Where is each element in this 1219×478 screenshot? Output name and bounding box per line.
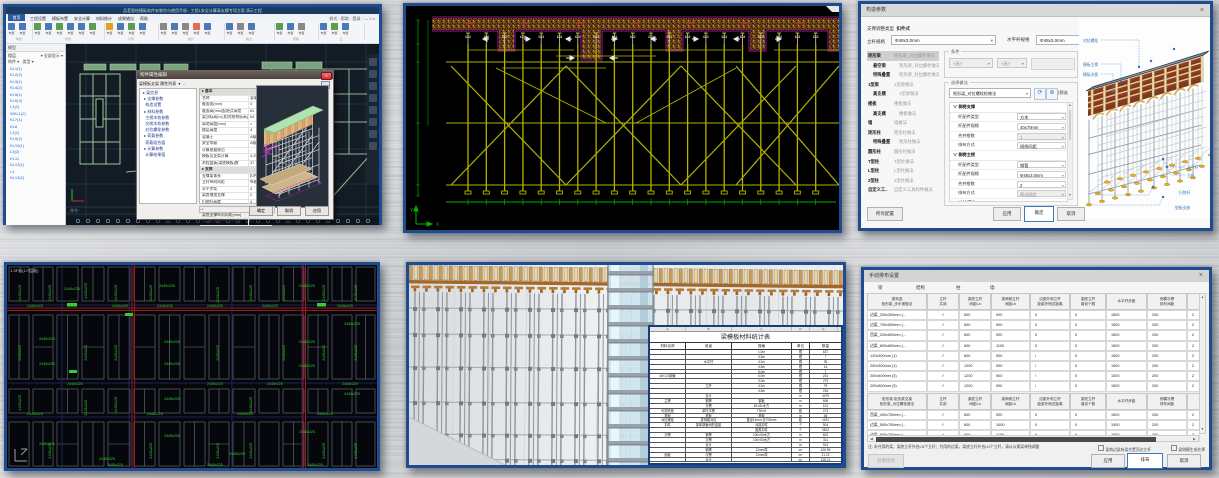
svg-text:2445x225: 2445x225 bbox=[164, 340, 180, 344]
svg-text:2445x225: 2445x225 bbox=[147, 412, 163, 416]
svg-text:模板主楞: 模板主楞 bbox=[1083, 62, 1098, 67]
svg-text:2445x225: 2445x225 bbox=[249, 443, 253, 459]
svg-text:2445x225: 2445x225 bbox=[164, 397, 180, 401]
svg-text:水平杆: 水平杆 bbox=[1187, 165, 1199, 170]
svg-text:2445x225: 2445x225 bbox=[354, 345, 358, 361]
svg-text:2445x225: 2445x225 bbox=[262, 304, 278, 308]
svg-text:2445x225: 2445x225 bbox=[67, 382, 83, 386]
svg-text:2445x225: 2445x225 bbox=[249, 285, 253, 301]
svg-text:2445x225: 2445x225 bbox=[216, 443, 220, 459]
svg-text:2445x225: 2445x225 bbox=[99, 457, 115, 461]
svg-text:2445x225: 2445x225 bbox=[48, 443, 52, 459]
svg-text:2445x225: 2445x225 bbox=[299, 340, 315, 344]
svg-text:2445x225: 2445x225 bbox=[322, 443, 326, 459]
svg-text:2445x225: 2445x225 bbox=[282, 285, 286, 301]
svg-text:命令:: 命令: bbox=[70, 207, 79, 213]
svg-text:2445x225: 2445x225 bbox=[157, 304, 173, 308]
svg-text:2445x225: 2445x225 bbox=[27, 412, 43, 416]
svg-text:2445x225: 2445x225 bbox=[114, 397, 118, 413]
svg-text:2445x225: 2445x225 bbox=[112, 304, 128, 308]
svg-text:2445x225: 2445x225 bbox=[114, 345, 118, 361]
svg-text:2445x225: 2445x225 bbox=[18, 345, 22, 361]
svg-text:2445x225: 2445x225 bbox=[84, 345, 88, 361]
svg-text:2445x225: 2445x225 bbox=[27, 304, 43, 308]
svg-text:2445x225: 2445x225 bbox=[84, 283, 88, 299]
svg-text:2445x225: 2445x225 bbox=[229, 452, 245, 456]
svg-text:2445x225: 2445x225 bbox=[207, 463, 223, 467]
svg-text:2445x225: 2445x225 bbox=[207, 382, 223, 386]
svg-text:2445x225: 2445x225 bbox=[354, 285, 358, 301]
svg-text:2445x225: 2445x225 bbox=[84, 400, 88, 416]
svg-text:2445x225: 2445x225 bbox=[164, 362, 180, 366]
svg-text:2445x225: 2445x225 bbox=[237, 412, 253, 416]
svg-text:2445x225: 2445x225 bbox=[307, 463, 323, 467]
svg-text:2445x225: 2445x225 bbox=[39, 442, 55, 446]
svg-text:2445x225: 2445x225 bbox=[149, 285, 153, 301]
svg-text:2445x225: 2445x225 bbox=[216, 345, 220, 361]
svg-text:2445x225: 2445x225 bbox=[149, 443, 153, 459]
svg-text:2445x225: 2445x225 bbox=[337, 304, 353, 308]
svg-text:2445x225: 2445x225 bbox=[114, 285, 118, 301]
svg-text:2445x225: 2445x225 bbox=[249, 397, 253, 413]
svg-text:2445x225: 2445x225 bbox=[299, 364, 315, 368]
svg-text:2445x225: 2445x225 bbox=[18, 395, 22, 411]
svg-text:2445x225: 2445x225 bbox=[317, 412, 333, 416]
svg-text:2445x225: 2445x225 bbox=[342, 382, 358, 386]
svg-text:2445x225: 2445x225 bbox=[216, 287, 220, 303]
svg-text:2445x225: 2445x225 bbox=[299, 430, 315, 434]
svg-text:模板次楞: 模板次楞 bbox=[1083, 72, 1098, 77]
svg-text:2445x225: 2445x225 bbox=[48, 285, 52, 301]
svg-text:2445x225: 2445x225 bbox=[322, 285, 326, 301]
svg-text:2445x225: 2445x225 bbox=[354, 443, 358, 459]
svg-text:2445x225: 2445x225 bbox=[39, 337, 55, 341]
svg-text:2445x225: 2445x225 bbox=[39, 362, 55, 366]
svg-text:扫地杆: 扫地杆 bbox=[1179, 190, 1191, 195]
svg-text:2445x225: 2445x225 bbox=[18, 285, 22, 301]
svg-text:2445x225: 2445x225 bbox=[64, 287, 80, 291]
svg-text:2445x225: 2445x225 bbox=[159, 284, 175, 288]
svg-text:垫板支座: 垫板支座 bbox=[1175, 205, 1190, 210]
svg-text:2445x225: 2445x225 bbox=[164, 434, 180, 438]
svg-text:2445x225: 2445x225 bbox=[322, 345, 326, 361]
svg-text:2445x225: 2445x225 bbox=[344, 322, 360, 326]
svg-text:2445x225: 2445x225 bbox=[207, 304, 223, 308]
svg-text:2445x225: 2445x225 bbox=[282, 345, 286, 361]
svg-text:2445x225: 2445x225 bbox=[107, 463, 123, 467]
svg-text:2445x225: 2445x225 bbox=[299, 284, 315, 288]
svg-text:立杆: 立杆 bbox=[1187, 173, 1195, 178]
svg-text:对拉螺栓: 对拉螺栓 bbox=[1083, 38, 1098, 43]
svg-text:2445x225: 2445x225 bbox=[267, 382, 283, 386]
svg-text:1-3F板(1/7层板): 1-3F板(1/7层板) bbox=[10, 267, 39, 273]
svg-text:2445x225: 2445x225 bbox=[344, 392, 360, 396]
